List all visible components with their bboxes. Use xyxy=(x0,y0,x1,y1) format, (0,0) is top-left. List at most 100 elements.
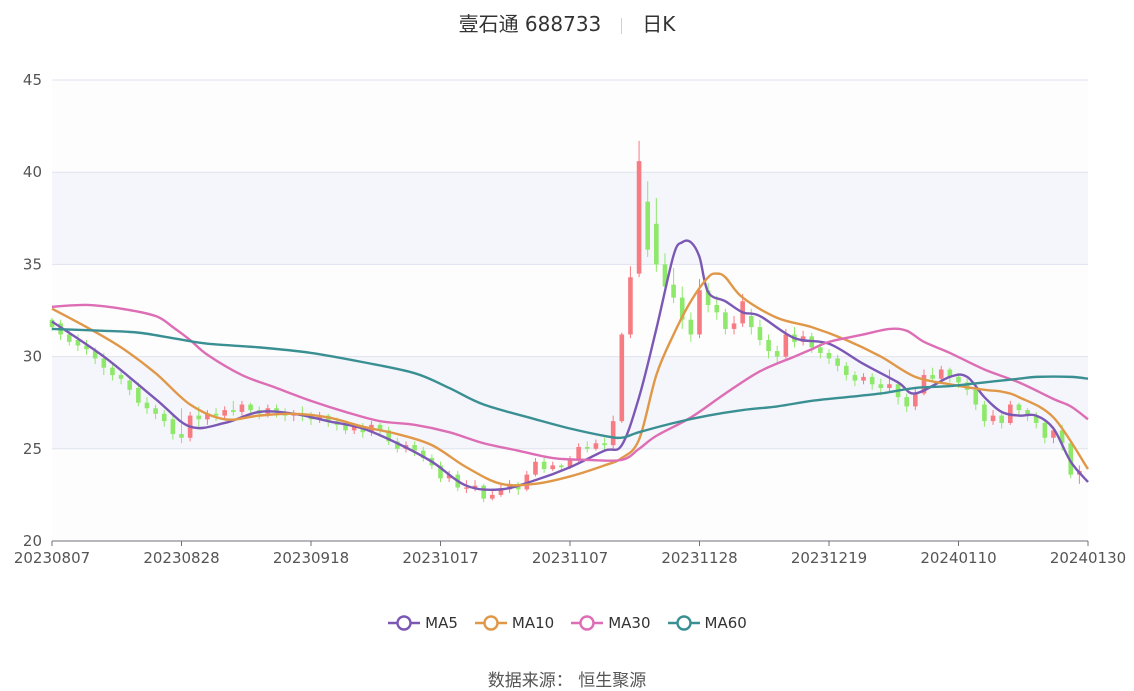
legend-marker xyxy=(667,615,700,631)
candle-body xyxy=(887,384,892,388)
y-tick-label: 40 xyxy=(23,163,42,181)
candle-body xyxy=(161,413,167,422)
candle-body xyxy=(982,404,987,422)
candle-body xyxy=(654,223,659,265)
candle-body xyxy=(938,369,944,379)
candle-body xyxy=(533,461,538,475)
candle-body xyxy=(869,376,875,385)
candle-body xyxy=(749,316,754,328)
candle-body xyxy=(196,415,202,420)
y-tick-label: 25 xyxy=(23,440,42,458)
candle-body xyxy=(1042,422,1048,438)
candle-body xyxy=(861,376,866,381)
candle-body xyxy=(697,290,702,335)
candle-body xyxy=(714,304,720,313)
candle-body xyxy=(619,334,625,422)
y-axis: 20 25 30 35 40 45 xyxy=(23,71,42,550)
grid-band xyxy=(52,80,1088,173)
candle-body xyxy=(852,375,858,381)
legend-marker xyxy=(474,615,507,631)
candle-body xyxy=(628,277,633,335)
y-tick-label: 45 xyxy=(23,71,42,89)
candle-body xyxy=(766,340,771,352)
candle-body xyxy=(973,389,979,405)
candle-body xyxy=(826,352,832,359)
candle-body xyxy=(835,358,840,366)
candle-body xyxy=(1016,404,1022,411)
candle-body xyxy=(843,365,849,376)
candle-body xyxy=(66,334,72,342)
y-tick-label: 30 xyxy=(23,348,42,366)
x-tick-label: 20231017 xyxy=(402,549,478,567)
legend-label: MA60 xyxy=(704,614,747,632)
candle-body xyxy=(481,485,486,499)
candle-body xyxy=(153,408,158,414)
legend-marker xyxy=(571,615,604,631)
background-bands xyxy=(52,80,1088,541)
x-tick-label: 20230828 xyxy=(143,549,219,567)
candle-body xyxy=(610,421,616,446)
legend: MA5 MA10 MA30 MA60 xyxy=(0,614,1134,636)
candle-body xyxy=(757,327,763,341)
candle-body xyxy=(593,443,599,449)
legend-item-ma60[interactable]: MA60 xyxy=(667,614,747,632)
legend-marker xyxy=(388,615,421,631)
legend-item-ma5[interactable]: MA5 xyxy=(387,614,458,632)
candle-body xyxy=(136,387,141,403)
candle-body xyxy=(904,397,909,407)
candle-body xyxy=(999,415,1004,423)
grid-band xyxy=(52,172,1088,265)
y-tick-label: 20 xyxy=(23,532,42,550)
candle-body xyxy=(671,284,676,298)
x-tick-label: 20240110 xyxy=(920,549,996,567)
legend-item-ma10[interactable]: MA10 xyxy=(474,614,554,632)
legend-label: MA30 xyxy=(608,614,651,632)
candle-body xyxy=(878,384,884,388)
candlestick-chart: 202530354045 20230807 20230828 20230918 202… xyxy=(14,71,1126,567)
candle-body xyxy=(101,358,107,368)
candle-body xyxy=(731,323,737,329)
x-tick-label: 20231219 xyxy=(791,549,867,567)
candle-body xyxy=(783,334,789,357)
candle-body xyxy=(222,410,227,416)
candle-body xyxy=(118,375,124,379)
candle-body xyxy=(231,410,236,412)
legend-label: MA5 xyxy=(425,614,458,632)
candle-body xyxy=(645,201,650,250)
candle-body xyxy=(490,494,495,499)
candle-body xyxy=(930,375,935,379)
candle-body xyxy=(818,347,823,353)
candle-body xyxy=(144,402,150,409)
candle-body xyxy=(127,380,132,390)
candle-body xyxy=(723,312,728,329)
y-tick-label: 35 xyxy=(23,255,42,273)
candle-body xyxy=(464,487,469,489)
candle-body xyxy=(576,446,581,460)
data-source: 数据来源： 恒生聚源 xyxy=(487,671,647,691)
candle-body xyxy=(688,319,694,335)
candle-body xyxy=(584,446,590,449)
candle-body xyxy=(774,351,780,357)
x-tick-label: 20231107 xyxy=(532,549,608,567)
x-axis: 20230807 20230828 20230918 20231017 20231107… xyxy=(14,540,1126,567)
candle-body xyxy=(179,434,184,438)
candle-body xyxy=(110,367,115,376)
x-tick-label: 20230807 xyxy=(14,549,90,567)
candle-body xyxy=(636,161,642,274)
x-tick-label: 20231128 xyxy=(661,549,737,567)
candle-body xyxy=(990,415,996,422)
candle-body xyxy=(170,419,176,435)
candle-body xyxy=(956,376,961,383)
candle-body xyxy=(239,404,245,412)
x-tick-label: 20230918 xyxy=(273,549,349,567)
candle-body xyxy=(913,393,918,407)
legend-label: MA10 xyxy=(511,614,555,632)
candle-body xyxy=(248,404,253,411)
candle-body xyxy=(602,443,607,446)
legend-item-ma30[interactable]: MA30 xyxy=(570,614,651,632)
candle-body xyxy=(541,461,547,470)
candle-body xyxy=(550,465,556,470)
candle-body xyxy=(213,413,219,416)
x-tick-label: 20240130 xyxy=(1050,549,1126,567)
candle-body xyxy=(559,465,564,468)
